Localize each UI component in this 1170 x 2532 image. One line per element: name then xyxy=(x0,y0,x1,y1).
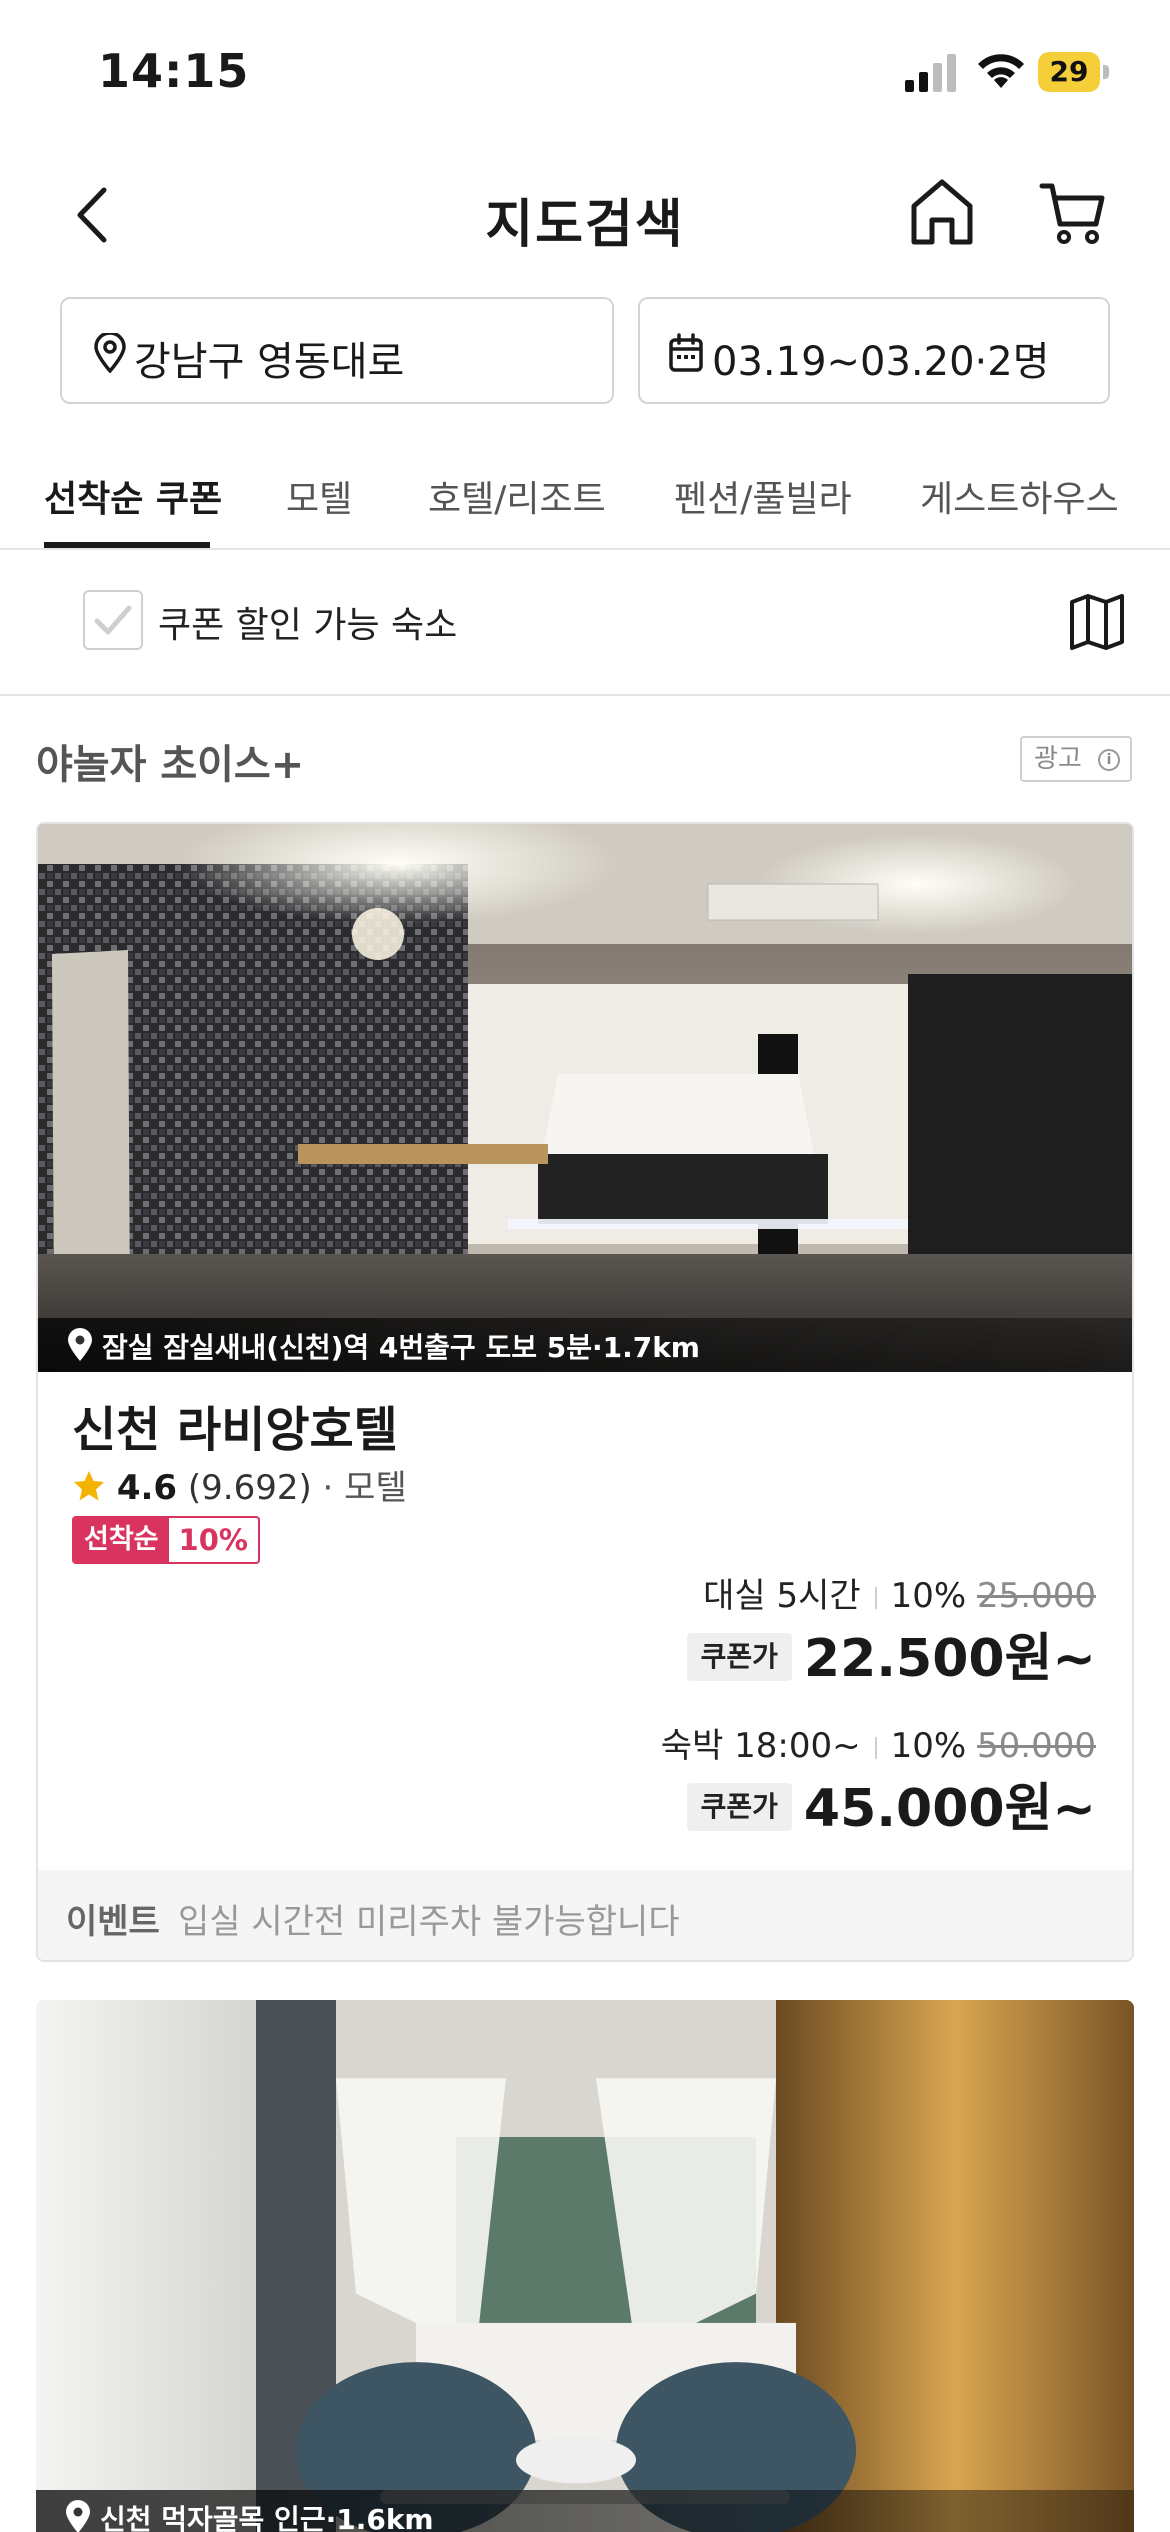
ad-label: 광고 xyxy=(1034,744,1082,774)
listing-card[interactable]: 잠실 잠실새내(신천)역 4번출구 도보 5분·1.7km 신천 라비앙호텔 4… xyxy=(36,822,1134,1962)
hotel-photo xyxy=(36,2000,1134,2532)
rating-row: 4.6 (9.692) · 모텔 xyxy=(72,1460,407,1508)
property-type: 모텔 xyxy=(344,1468,407,1508)
rating-separator: · xyxy=(311,1468,345,1508)
review-count: (9.692) xyxy=(187,1468,312,1508)
coupon-filter-label[interactable]: 쿠폰 할인 가능 숙소 xyxy=(158,596,457,648)
location-pin-icon xyxy=(66,2500,90,2532)
location-value: 강남구 영동대로 xyxy=(134,339,405,385)
header: 지도검색 xyxy=(0,160,1170,270)
status-bar: 14:15 29 xyxy=(0,0,1170,140)
home-indicator[interactable] xyxy=(380,2490,790,2504)
wifi-icon xyxy=(978,54,1024,88)
event-bar: 이벤트 입실 시간전 미리주차 불가능합니다 xyxy=(38,1870,1132,1960)
discount-percent: 10% xyxy=(890,1576,967,1616)
location-pin-icon xyxy=(68,1328,92,1361)
page-title: 지도검색 xyxy=(485,195,685,255)
section-title: 야놀자 초이스+ xyxy=(36,742,305,788)
tab-coupon[interactable]: 선착순 쿠폰 xyxy=(44,470,222,522)
date-guest-field[interactable]: 03.19~03.20·2명 xyxy=(638,297,1110,404)
discount-percent: 10% xyxy=(890,1726,967,1766)
event-label: 이벤트 xyxy=(66,1902,160,1942)
final-price: 22.500원~ xyxy=(803,1629,1096,1689)
hotel-name: 신천 라비앙호텔 xyxy=(72,1402,398,1458)
price-label: 대실 5시간 xyxy=(703,1576,861,1616)
location-pin-icon xyxy=(94,333,126,373)
star-icon xyxy=(74,1471,104,1501)
cellular-signal-icon xyxy=(905,54,956,92)
battery-icon: 29 xyxy=(1038,52,1110,92)
ad-badge[interactable]: 광고 i xyxy=(1020,736,1132,782)
tab-pension-poolvilla[interactable]: 펜션/풀빌라 xyxy=(674,470,852,522)
active-tab-indicator xyxy=(44,542,210,548)
coupon-tag-percent: 10% xyxy=(178,1523,248,1557)
battery-level: 29 xyxy=(1038,52,1100,92)
event-text: 입실 시간전 미리주차 불가능합니다 xyxy=(178,1902,680,1942)
rating-score: 4.6 xyxy=(116,1468,178,1508)
status-time: 14:15 xyxy=(98,44,250,98)
location-search-field[interactable]: 강남구 영동대로 xyxy=(60,297,614,404)
location-strip: 잠실 잠실새내(신천)역 4번출구 도보 5분·1.7km xyxy=(38,1318,1132,1372)
coupon-price-label: 쿠폰가 xyxy=(686,1783,792,1831)
original-price: 50.000 xyxy=(977,1726,1096,1766)
tab-motel[interactable]: 모텔 xyxy=(286,470,352,522)
info-icon: i xyxy=(1098,749,1120,771)
tab-hotel-resort[interactable]: 호텔/리조트 xyxy=(428,470,606,522)
hotel-photo xyxy=(38,824,1132,1372)
price-daytime: 대실 5시간 10% 25.000 쿠폰가 22.500원~ xyxy=(686,1572,1096,1694)
coupon-price-label: 쿠폰가 xyxy=(686,1633,792,1681)
coupon-filter-checkbox[interactable] xyxy=(83,590,143,650)
cart-icon[interactable] xyxy=(1038,178,1108,248)
price-overnight: 숙박 18:00~ 10% 50.000 쿠폰가 45.000원~ xyxy=(661,1722,1096,1844)
original-price: 25.000 xyxy=(977,1576,1096,1616)
category-tabs: 선착순 쿠폰 모텔 호텔/리조트 펜션/풀빌라 게스트하우스 xyxy=(0,440,1170,550)
coupon-tag-label: 선착순 xyxy=(74,1518,169,1562)
home-icon[interactable] xyxy=(908,176,976,248)
filter-row: 쿠폰 할인 가능 숙소 xyxy=(0,550,1170,696)
final-price: 45.000원~ xyxy=(803,1779,1096,1839)
date-guest-value: 03.19~03.20·2명 xyxy=(712,339,1050,385)
check-icon xyxy=(94,605,132,635)
coupon-tag: 선착순 10% xyxy=(72,1516,260,1564)
price-label: 숙박 18:00~ xyxy=(660,1726,861,1766)
calendar-icon xyxy=(669,333,703,372)
tab-guesthouse[interactable]: 게스트하우스 xyxy=(920,470,1119,522)
map-icon[interactable] xyxy=(1068,592,1126,652)
location-text: 잠실 잠실새내(신천)역 4번출구 도보 5분·1.7km xyxy=(102,1331,700,1364)
listing-card[interactable]: 신천 먹자골목 인근·1.6km xyxy=(36,2000,1134,2532)
